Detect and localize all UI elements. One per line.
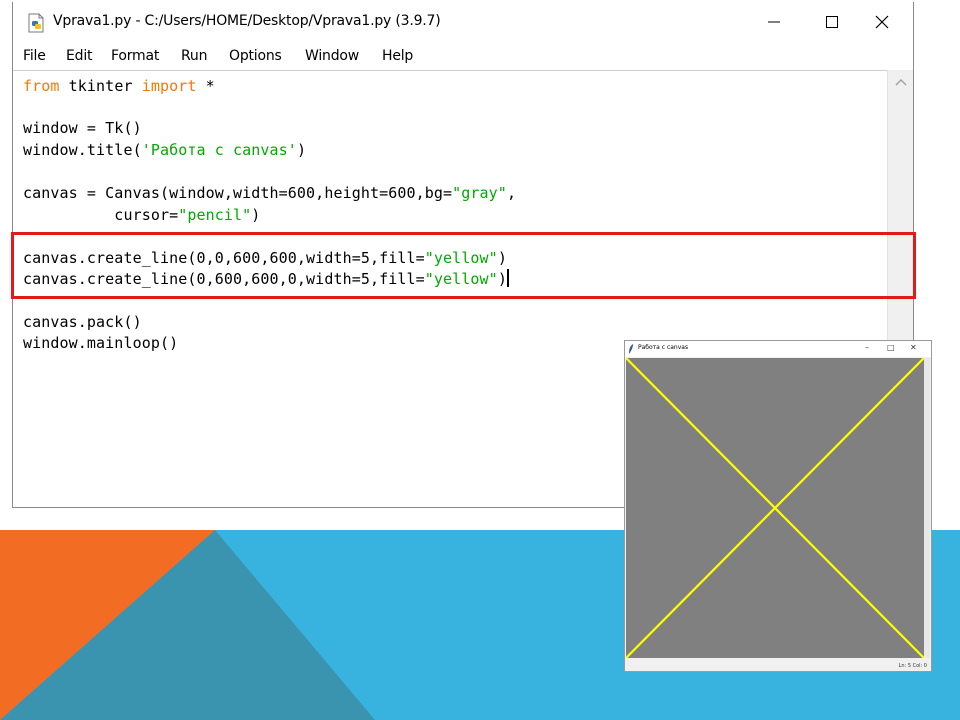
maximize-icon — [826, 16, 838, 28]
tk-result-window: Работа с canvas – □ ✕ Ln: 5 Col: 0 — [624, 340, 932, 672]
tk-feather-icon — [629, 344, 633, 354]
menu-options[interactable]: Options — [229, 48, 282, 64]
code-line-12: canvas.pack() — [23, 313, 142, 331]
menu-file[interactable]: File — [23, 48, 46, 64]
tk-canvas[interactable] — [626, 358, 924, 658]
minimize-button[interactable] — [745, 2, 803, 42]
tk-window-title: Работа с canvas — [638, 344, 689, 351]
tk-side-scrollbar — [924, 358, 930, 658]
tk-maximize-icon[interactable]: □ — [887, 343, 895, 352]
minimize-icon — [768, 21, 780, 23]
tk-titlebar[interactable]: Работа с canvas – □ ✕ — [625, 341, 931, 357]
menu-bar: File Edit Format Run Options Window Help — [13, 42, 913, 70]
window-title: Vprava1.py - C:/Users/HOME/Desktop/Vprav… — [53, 13, 441, 29]
idle-titlebar[interactable]: Vprava1.py - C:/Users/HOME/Desktop/Vprav… — [13, 2, 913, 42]
python-file-icon — [28, 13, 44, 33]
close-icon — [875, 15, 889, 29]
close-button[interactable] — [853, 2, 911, 42]
tk-close-icon[interactable]: ✕ — [910, 343, 917, 352]
tk-minimize-icon[interactable]: – — [865, 343, 869, 352]
code-line-1: from tkinter import * — [23, 77, 215, 95]
menu-run[interactable]: Run — [181, 48, 207, 64]
scroll-up-arrow-icon[interactable] — [895, 78, 907, 86]
menu-window[interactable]: Window — [305, 48, 359, 64]
code-line-7: cursor="pencil") — [23, 206, 261, 224]
code-line-13: window.mainloop() — [23, 334, 179, 352]
code-line-4: window.title('Работа с canvas') — [23, 141, 307, 159]
code-line-3: window = Tk() — [23, 119, 142, 137]
tk-status-bar: Ln: 5 Col: 0 — [898, 663, 927, 669]
menu-help[interactable]: Help — [382, 48, 413, 64]
code-line-6: canvas = Canvas(window,width=600,height=… — [23, 184, 517, 202]
highlight-box — [11, 232, 916, 299]
menu-format[interactable]: Format — [111, 48, 159, 64]
menu-edit[interactable]: Edit — [66, 48, 93, 64]
